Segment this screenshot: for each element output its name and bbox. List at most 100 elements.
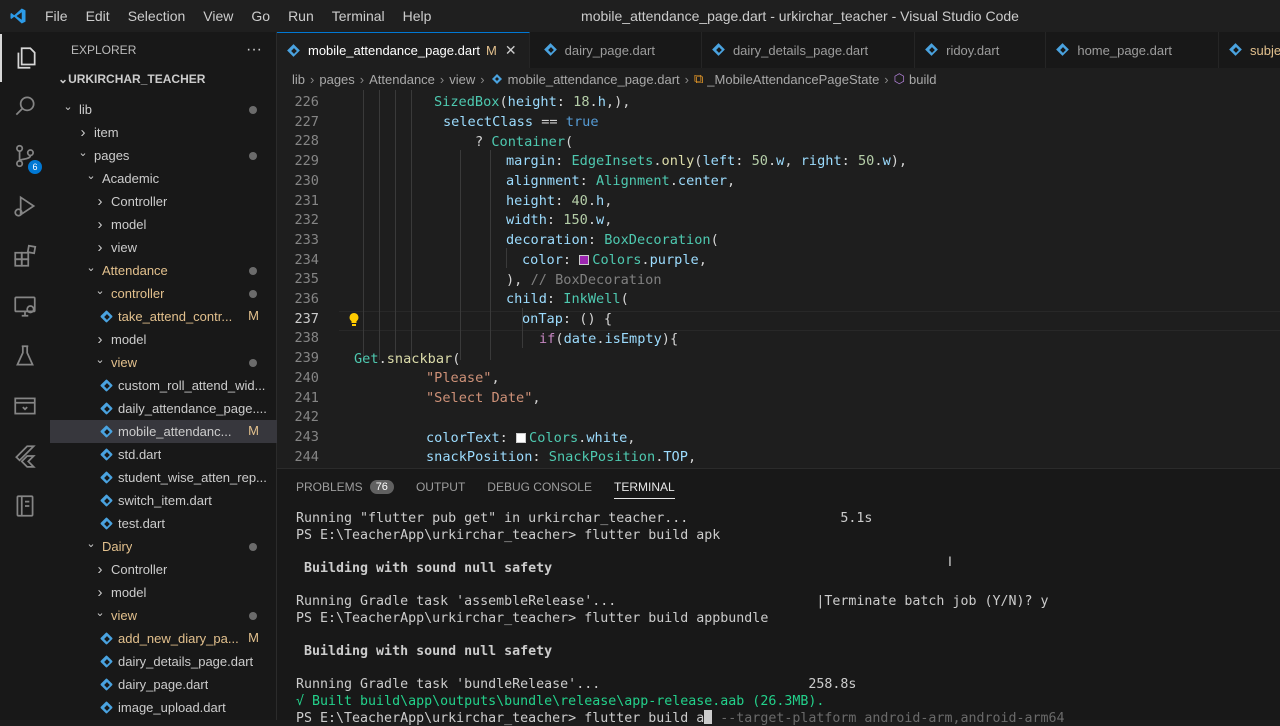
tab-output[interactable]: OUTPUT <box>416 469 465 505</box>
menu-run[interactable]: Run <box>279 8 323 24</box>
breadcrumb-item[interactable]: lib <box>292 72 305 87</box>
tab-debug-console[interactable]: DEBUG CONSOLE <box>487 469 592 505</box>
breadcrumb-item[interactable]: view <box>449 72 475 87</box>
terminal-line: √ Built build\app\outputs\bundle\release… <box>296 693 825 709</box>
tree-item-label: dairy_details_page.dart <box>118 654 254 669</box>
notebook-icon[interactable] <box>0 482 50 530</box>
line-number: 227 <box>294 113 319 130</box>
tree-folder-item[interactable]: ⌄ Attendance <box>50 259 277 282</box>
close-icon[interactable]: ✕ <box>505 42 517 59</box>
tree-folder-item[interactable]: ⌄ Dairy <box>50 535 277 558</box>
menu-selection[interactable]: Selection <box>119 8 195 24</box>
breadcrumb-item[interactable]: Attendance <box>369 72 435 87</box>
chevron-right-icon: › <box>684 71 689 87</box>
tree-file-item[interactable]: student_wise_atten_rep... <box>50 466 277 489</box>
line-number: 243 <box>294 428 319 445</box>
tree-folder-item[interactable]: › model <box>50 328 277 351</box>
more-actions-icon[interactable]: ··· <box>246 41 262 59</box>
line-number: 226 <box>294 94 319 110</box>
tree-folder-item[interactable]: › Controller <box>50 558 277 581</box>
tree-file-item[interactable]: dairy_details_page.dart <box>50 650 277 673</box>
tree-file-item[interactable]: mobile_attendanc... M <box>50 420 277 443</box>
remote-icon[interactable] <box>0 382 50 430</box>
tree-file-item[interactable]: custom_roll_attend_wid... <box>50 374 277 397</box>
chevron-down-icon: ⌄ <box>86 170 96 182</box>
tree-folder-item[interactable]: ⌄ Academic <box>50 167 277 190</box>
tree-item-label: view <box>111 608 138 623</box>
tab-mobile-attendance-page[interactable]: mobile_attendance_page.dart M ✕ <box>277 32 530 68</box>
tab-ridoy[interactable]: ridoy.dart <box>915 32 1047 68</box>
modified-indicator: M <box>486 43 497 58</box>
run-debug-icon[interactable] <box>0 182 50 230</box>
menu-view[interactable]: View <box>194 8 242 24</box>
tree-folder-item[interactable]: › model <box>50 581 277 604</box>
breadcrumb-item[interactable]: mobile_attendance_page.dart <box>508 72 680 87</box>
search-icon[interactable] <box>0 82 50 130</box>
tab-label: dairy_page.dart <box>564 42 655 58</box>
chevron-right-icon: › <box>97 193 103 210</box>
tree-file-item[interactable]: switch_item.dart <box>50 489 277 512</box>
tree-folder-item[interactable]: ⌄ view <box>50 604 277 627</box>
menu-file[interactable]: File <box>36 8 77 24</box>
tree-file-item[interactable]: std.dart <box>50 443 277 466</box>
code-editor[interactable]: 226 227 228 229 230 231 232 233 234 235 236 237 238 2… <box>277 90 1280 468</box>
current-line-highlight <box>339 311 1280 331</box>
tab-subject-mod[interactable]: subject_mod <box>1219 32 1280 68</box>
modified-dot-icon <box>249 359 257 367</box>
tree-file-item[interactable]: dairy_page.dart <box>50 673 277 696</box>
tree-folder-item[interactable]: › Controller <box>50 190 277 213</box>
menu-edit[interactable]: Edit <box>77 8 119 24</box>
line-number: 228 <box>294 133 319 150</box>
testing-icon[interactable] <box>0 332 50 380</box>
tree-item-label: Controller <box>111 562 168 577</box>
git-status-badge: M <box>248 308 259 323</box>
tree-item-label: model <box>111 217 147 232</box>
source-control-icon[interactable]: 6 <box>0 132 50 180</box>
chevron-down-icon: ⌄ <box>86 262 96 274</box>
breadcrumb-item[interactable]: build <box>909 72 936 87</box>
menu-help[interactable]: Help <box>394 8 441 24</box>
tree-item-label: switch_item.dart <box>118 493 212 508</box>
tree-folder-item[interactable]: ⌄ pages <box>50 144 277 167</box>
tree-item-label: item <box>94 125 119 140</box>
lightbulb-icon[interactable] <box>347 312 361 328</box>
menu-terminal[interactable]: Terminal <box>323 8 394 24</box>
workspace-root[interactable]: ⌄ URKIRCHAR_TEACHER <box>50 68 276 90</box>
chevron-down-icon: ⌄ <box>95 607 105 619</box>
extensions-icon[interactable] <box>0 232 50 280</box>
tab-dairy-page[interactable]: dairy_page.dart <box>530 32 702 68</box>
tree-file-item[interactable]: test.dart <box>50 512 277 535</box>
flutter-icon[interactable] <box>0 432 50 480</box>
line-number: 235 <box>294 271 319 288</box>
class-icon: ⧉ <box>693 71 704 86</box>
chevron-right-icon: › <box>97 331 103 348</box>
tree-folder-item[interactable]: › view <box>50 236 277 259</box>
tab-home-page[interactable]: home_page.dart <box>1046 32 1220 68</box>
modified-dot-icon <box>249 543 257 551</box>
remote-explorer-icon[interactable] <box>0 282 50 330</box>
line-number: 234 <box>294 251 319 268</box>
tree-folder-item[interactable]: › model <box>50 213 277 236</box>
tree-folder-item[interactable]: ⌄ lib <box>50 98 277 121</box>
terminal-line: Running Gradle task 'bundleRelease'... 2… <box>296 677 857 692</box>
menu-go[interactable]: Go <box>242 8 279 24</box>
tree-folder-item[interactable]: ⌄ view <box>50 351 277 374</box>
tree-folder-item[interactable]: › item <box>50 121 277 144</box>
tab-dairy-details-page[interactable]: dairy_details_page.dart <box>702 32 916 68</box>
color-swatch-purple[interactable] <box>579 255 590 265</box>
tab-terminal[interactable]: TERMINAL <box>613 469 675 505</box>
editor-tabs: mobile_attendance_page.dart M ✕ dairy_pa… <box>277 32 1280 68</box>
tree-file-item[interactable]: add_new_diary_pa... M <box>50 627 277 650</box>
tree-file-item[interactable]: daily_attendance_page.... <box>50 397 277 420</box>
tree-file-item[interactable]: take_attend_contr... M <box>50 305 277 328</box>
breadcrumb-item[interactable]: pages <box>319 72 354 87</box>
tab-problems[interactable]: PROBLEMS 76 <box>296 469 394 505</box>
color-swatch-white[interactable] <box>516 433 527 443</box>
tree-file-item[interactable]: image_upload.dart <box>50 696 277 719</box>
terminal-line: Building with sound null safety <box>296 560 553 576</box>
explorer-icon[interactable] <box>0 34 50 82</box>
code-line: if(date.isEmpty){ <box>539 331 679 347</box>
tree-folder-item[interactable]: ⌄ controller <box>50 282 277 305</box>
line-number: 232 <box>294 212 319 229</box>
breadcrumb-item[interactable]: _MobileAttendancePageState <box>707 72 879 87</box>
